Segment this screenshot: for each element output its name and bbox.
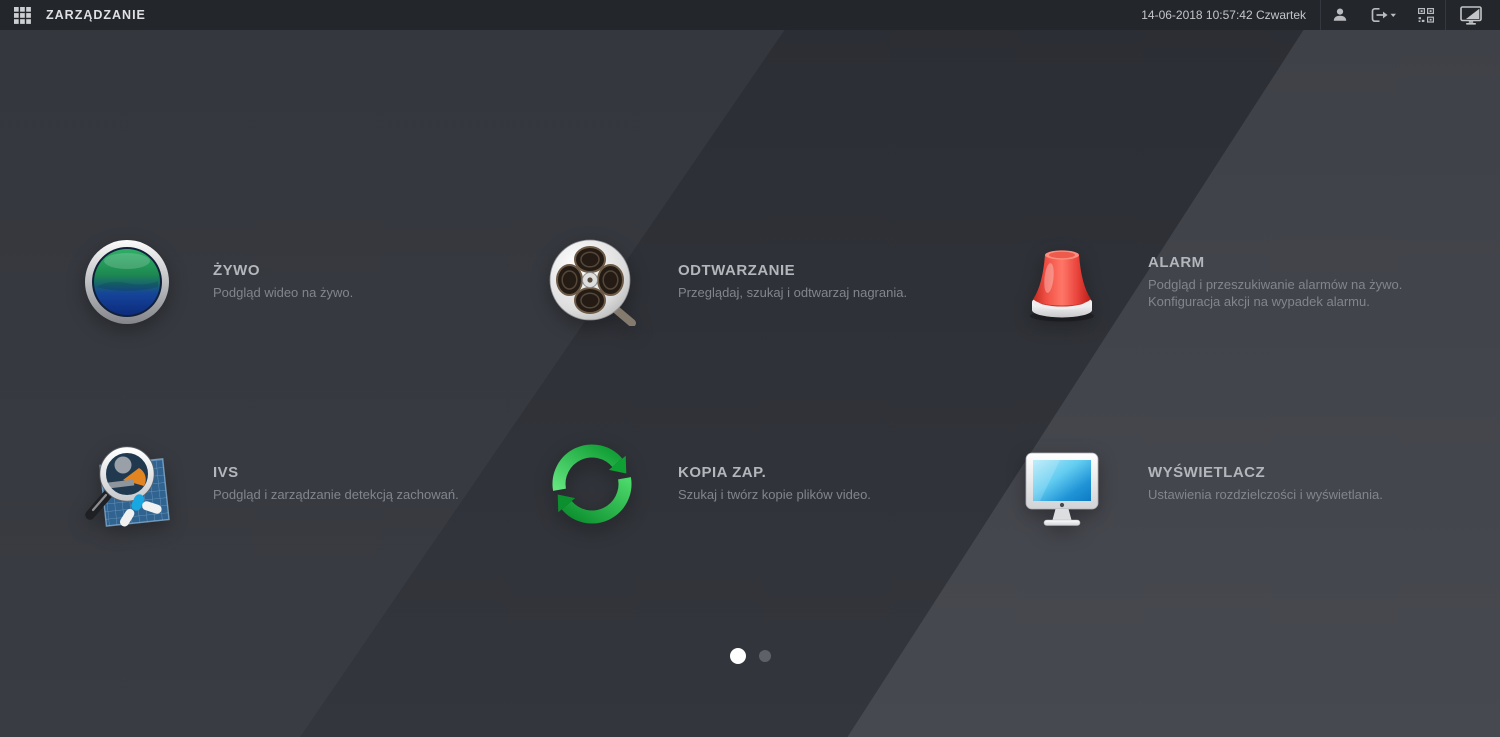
- page-dot-1[interactable]: [730, 648, 746, 664]
- tile-title: ALARM: [1148, 254, 1402, 271]
- live-view-icon: [83, 238, 171, 326]
- tile-title: ŻYWO: [213, 262, 353, 279]
- tile-desc: Podgląd i zarządzanie detekcją zachowań.: [213, 487, 459, 504]
- top-bar-left: ZARZĄDZANIE: [0, 0, 146, 30]
- tile-desc-line2: Konfiguracja akcji na wypadek alarmu.: [1148, 294, 1402, 311]
- tile-desc: Ustawienia rozdzielczości i wyświetlania…: [1148, 487, 1383, 504]
- top-bar-right: 14-06-2018 10:57:42 Czwartek: [1141, 0, 1500, 30]
- menu-tile-ivs[interactable]: IVS Podgląd i zarządzanie detekcją zacho…: [83, 440, 545, 528]
- backup-sync-icon: [548, 440, 636, 528]
- datetime-display: 14-06-2018 10:57:42 Czwartek: [1141, 8, 1306, 22]
- tile-text: IVS Podgląd i zarządzanie detekcją zacho…: [213, 464, 459, 504]
- page-dot-2[interactable]: [759, 650, 771, 662]
- tile-title: WYŚWIETLACZ: [1148, 464, 1383, 481]
- top-bar: ZARZĄDZANIE 14-06-2018 10:57:42 Czwartek: [0, 0, 1500, 30]
- qr-code-icon[interactable]: [1407, 0, 1445, 30]
- film-reel-icon: [548, 238, 636, 326]
- user-icon[interactable]: [1321, 0, 1359, 30]
- ivs-magnifier-icon: [83, 440, 171, 528]
- tile-text: WYŚWIETLACZ Ustawienia rozdzielczości i …: [1148, 464, 1383, 504]
- tile-desc: Podgląd wideo na żywo.: [213, 285, 353, 302]
- tile-text: KOPIA ZAP. Szukaj i twórz kopie plików v…: [678, 464, 871, 504]
- menu-tile-zywo[interactable]: ŻYWO Podgląd wideo na żywo.: [83, 238, 545, 326]
- display-output-icon[interactable]: [1446, 0, 1490, 30]
- tile-text: ŻYWO Podgląd wideo na żywo.: [213, 262, 353, 302]
- tile-title: ODTWARZANIE: [678, 262, 907, 279]
- background-art: [0, 30, 1500, 737]
- tile-desc: Przeglądaj, szukaj i odtwarzaj nagrania.: [678, 285, 907, 302]
- menu-tile-odtwarzanie[interactable]: ODTWARZANIE Przeglądaj, szukaj i odtwarz…: [548, 238, 1010, 326]
- menu-tile-alarm[interactable]: ALARM Podgląd i przeszukiwanie alarmów n…: [1018, 238, 1480, 326]
- tile-text: ALARM Podgląd i przeszukiwanie alarmów n…: [1148, 254, 1402, 311]
- apps-grid-icon[interactable]: [14, 0, 31, 30]
- tile-title: KOPIA ZAP.: [678, 464, 871, 481]
- menu-tile-wyswietlacz[interactable]: WYŚWIETLACZ Ustawienia rozdzielczości i …: [1018, 440, 1480, 528]
- menu-tile-kopia-zap[interactable]: KOPIA ZAP. Szukaj i twórz kopie plików v…: [548, 440, 1010, 528]
- page-title: ZARZĄDZANIE: [46, 8, 146, 22]
- alarm-siren-icon: [1018, 238, 1106, 326]
- tile-desc: Szukaj i twórz kopie plików video.: [678, 487, 871, 504]
- tile-text: ODTWARZANIE Przeglądaj, szukaj i odtwarz…: [678, 262, 907, 302]
- tile-desc: Podgląd i przeszukiwanie alarmów na żywo…: [1148, 277, 1402, 294]
- tile-title: IVS: [213, 464, 459, 481]
- pagination: [0, 646, 1500, 666]
- logout-icon[interactable]: [1359, 0, 1407, 30]
- display-monitor-icon: [1018, 440, 1106, 528]
